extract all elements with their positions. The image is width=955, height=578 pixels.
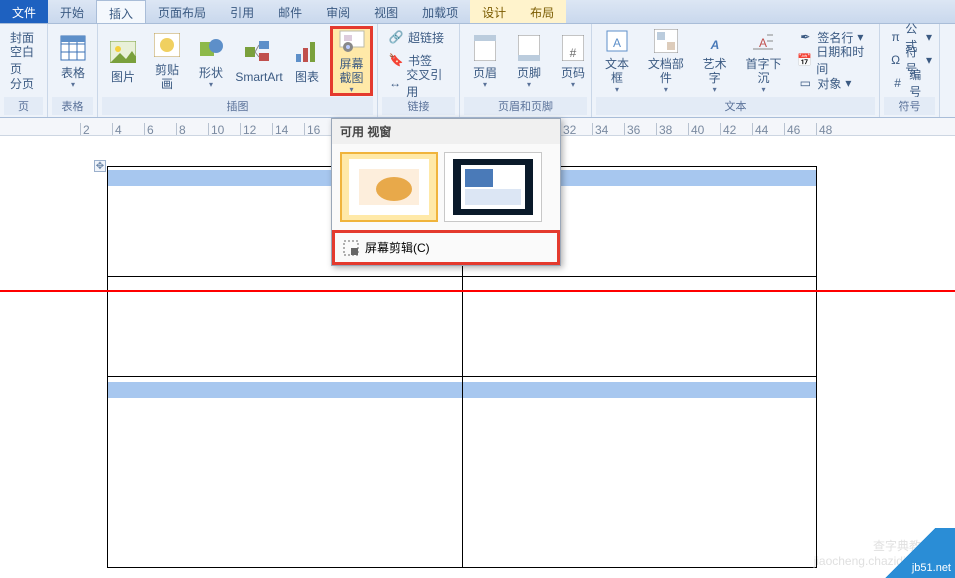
dropdown-title: 可用 视窗 bbox=[332, 119, 560, 144]
blank-page-button[interactable]: 空白页 bbox=[4, 49, 43, 71]
bookmark-icon: 🔖 bbox=[388, 52, 404, 68]
tab-view[interactable]: 视图 bbox=[362, 0, 410, 23]
screenshot-dropdown: 可用 视窗 屏幕剪辑(C) bbox=[331, 118, 561, 266]
ruler-tick: 8 bbox=[176, 123, 208, 135]
ruler-tick: 12 bbox=[240, 123, 272, 135]
ruler-tick: 34 bbox=[592, 123, 624, 135]
ruler-tick: 14 bbox=[272, 123, 304, 135]
tab-review[interactable]: 审阅 bbox=[314, 0, 362, 23]
quickparts-button[interactable]: 文档部件▾ bbox=[640, 26, 692, 96]
ruler-tick: 40 bbox=[688, 123, 720, 135]
crossref-icon: ↔ bbox=[388, 75, 402, 91]
textbox-icon: A bbox=[603, 28, 631, 53]
table-icon bbox=[59, 34, 87, 62]
svg-text:#: # bbox=[570, 46, 577, 60]
ruler-tick: 38 bbox=[656, 123, 688, 135]
quickparts-icon bbox=[652, 28, 680, 53]
header-icon bbox=[471, 34, 499, 62]
footer-icon bbox=[515, 34, 543, 62]
tab-insert[interactable]: 插入 bbox=[96, 0, 146, 23]
tab-design[interactable]: 设计 bbox=[470, 0, 518, 23]
object-icon: ▭ bbox=[797, 75, 813, 91]
window-thumbnail-2[interactable] bbox=[444, 152, 542, 222]
ruler-tick: 32 bbox=[560, 123, 592, 135]
textbox-button[interactable]: A文本框▾ bbox=[596, 26, 638, 96]
table-cell[interactable] bbox=[463, 377, 817, 567]
tab-layout[interactable]: 页面布局 bbox=[146, 0, 218, 23]
ruler-tick: 46 bbox=[784, 123, 816, 135]
hyperlink-icon: 🔗 bbox=[388, 29, 404, 45]
picture-button[interactable]: 图片 bbox=[102, 26, 144, 96]
hyperlink-button[interactable]: 🔗超链接 bbox=[382, 26, 455, 48]
group-text: 文本 bbox=[596, 97, 875, 115]
wordart-button[interactable]: A艺术字▾ bbox=[694, 26, 736, 96]
screenshot-button[interactable]: 屏幕截图▾ bbox=[330, 26, 373, 96]
annotation-redline bbox=[0, 290, 955, 292]
footer-button[interactable]: 页脚▾ bbox=[508, 26, 550, 96]
tab-mailings[interactable]: 邮件 bbox=[266, 0, 314, 23]
dropcap-icon: A bbox=[749, 28, 777, 53]
ruler-tick: 44 bbox=[752, 123, 784, 135]
datetime-button[interactable]: 📅日期和时间 bbox=[791, 49, 875, 71]
shapes-button[interactable]: 形状▾ bbox=[190, 26, 232, 96]
clipart-icon bbox=[153, 31, 181, 59]
ribbon: 封面 空白页 分页 页 表格▾ 表格 图片 剪贴画 形状▾ SmartArt 图… bbox=[0, 24, 955, 118]
group-tables: 表格 bbox=[52, 97, 93, 115]
symbol-icon: Ω bbox=[890, 52, 901, 68]
group-pages: 页 bbox=[4, 97, 43, 115]
tab-tablelayout[interactable]: 布局 bbox=[518, 0, 566, 23]
clipping-icon bbox=[343, 240, 359, 256]
header-button[interactable]: 页眉▾ bbox=[464, 26, 506, 96]
page-break-button[interactable]: 分页 bbox=[4, 72, 43, 94]
pagenum-icon: # bbox=[559, 34, 587, 62]
ruler-tick: 36 bbox=[624, 123, 656, 135]
ruler-tick: 42 bbox=[720, 123, 752, 135]
pagenum-button[interactable]: #页码▾ bbox=[552, 26, 594, 96]
smartart-icon bbox=[245, 38, 273, 66]
group-illustrations: 插图 bbox=[102, 97, 373, 115]
number-icon: # bbox=[890, 75, 905, 91]
group-headerfooter: 页眉和页脚 bbox=[464, 97, 587, 115]
tab-addins[interactable]: 加载项 bbox=[410, 0, 470, 23]
ruler-tick: 10 bbox=[208, 123, 240, 135]
ruler-tick: 2 bbox=[80, 123, 112, 135]
dropcap-button[interactable]: A首字下沉▾ bbox=[738, 26, 790, 96]
tab-references[interactable]: 引用 bbox=[218, 0, 266, 23]
datetime-icon: 📅 bbox=[797, 52, 812, 68]
clipart-button[interactable]: 剪贴画 bbox=[146, 26, 188, 96]
table-move-handle[interactable]: ✥ bbox=[94, 160, 106, 172]
crossref-button[interactable]: ↔交叉引用 bbox=[382, 72, 455, 94]
tab-file[interactable]: 文件 bbox=[0, 0, 48, 23]
tab-home[interactable]: 开始 bbox=[48, 0, 96, 23]
table-cell[interactable] bbox=[108, 377, 463, 567]
object-button[interactable]: ▭对象▾ bbox=[791, 72, 875, 94]
shapes-icon bbox=[197, 34, 225, 62]
equation-icon: π bbox=[890, 29, 901, 45]
group-symbols: 符号 bbox=[884, 97, 935, 115]
wordart-icon: A bbox=[701, 28, 729, 53]
chart-button[interactable]: 图表 bbox=[286, 26, 328, 96]
svg-text:A: A bbox=[709, 38, 719, 52]
ruler-tick: 48 bbox=[816, 123, 848, 135]
signature-icon: ✒ bbox=[797, 29, 813, 45]
svg-text:A: A bbox=[613, 36, 621, 50]
ruler-tick: 4 bbox=[112, 123, 144, 135]
screenshot-icon bbox=[338, 29, 366, 53]
table-button[interactable]: 表格▾ bbox=[52, 26, 94, 96]
number-button[interactable]: #编号 bbox=[884, 72, 938, 94]
smartart-button[interactable]: SmartArt bbox=[234, 26, 284, 96]
chart-icon bbox=[293, 38, 321, 66]
group-links: 链接 bbox=[382, 97, 455, 115]
screen-clipping-button[interactable]: 屏幕剪辑(C) bbox=[332, 230, 560, 265]
ruler-tick: 6 bbox=[144, 123, 176, 135]
picture-icon bbox=[109, 38, 137, 66]
window-thumbnail-1[interactable] bbox=[340, 152, 438, 222]
svg-text:A: A bbox=[759, 36, 767, 50]
corner-watermark: jb51.net bbox=[865, 528, 955, 578]
